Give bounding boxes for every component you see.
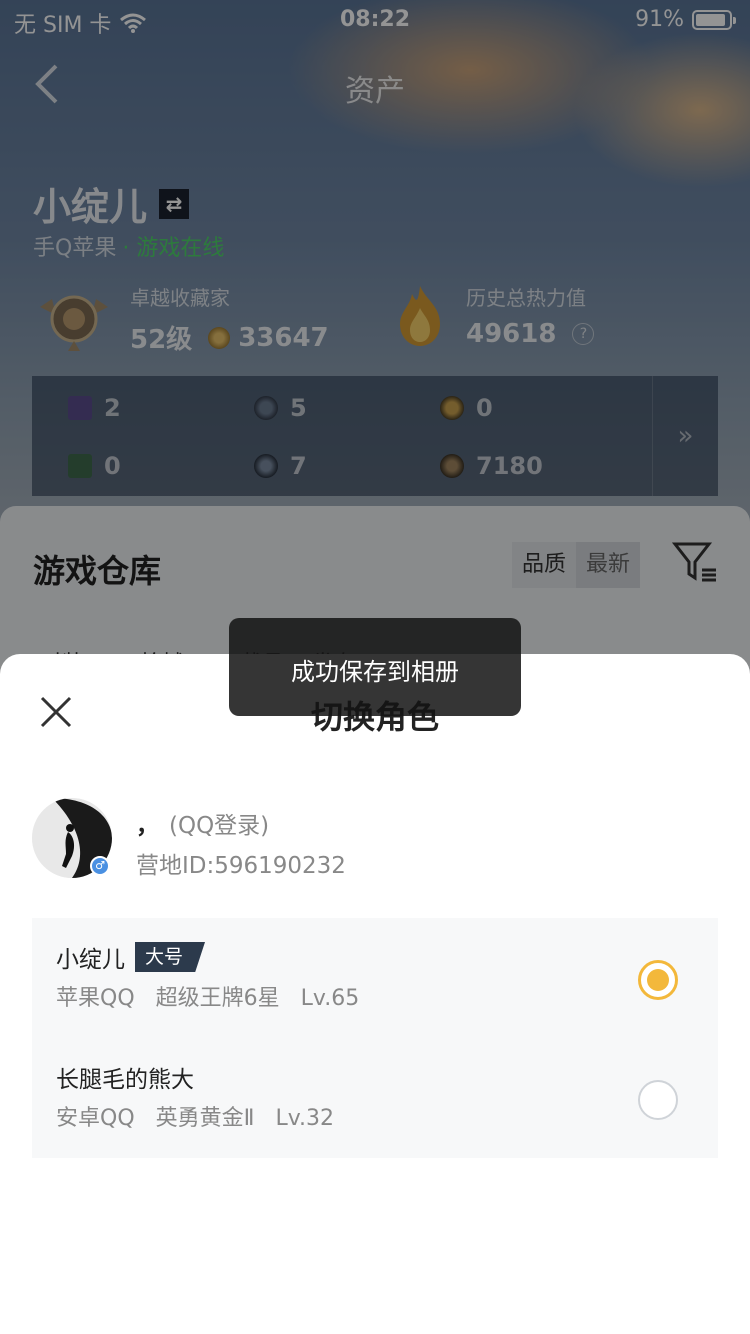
role-radio-unselected[interactable] [638, 1080, 678, 1120]
toast-message: 成功保存到相册 [229, 618, 521, 716]
role-detail: 苹果QQ 超级王牌6星 Lv.65 [56, 980, 373, 1012]
role-detail: 安卓QQ 英勇黄金Ⅱ Lv.32 [56, 1100, 348, 1132]
account-info: ♂ ， (QQ登录) 营地ID:596190232 [32, 798, 732, 880]
account-name: ， (QQ登录) [136, 806, 269, 840]
role-level: Lv.65 [300, 986, 360, 1011]
gender-male-icon: ♂ [90, 856, 110, 876]
main-account-badge: 大号 [135, 942, 206, 972]
role-name: 长腿毛的熊大 [56, 1067, 194, 1093]
role-name-row: 小绽儿 大号 [56, 940, 206, 974]
role-radio-selected[interactable] [638, 960, 678, 1000]
login-type: (QQ登录) [169, 813, 270, 839]
role-name: 小绽儿 [56, 947, 125, 973]
camp-id: 营地ID:596190232 [136, 853, 346, 879]
role-platform: 安卓QQ [56, 1106, 135, 1131]
role-level: Lv.32 [275, 1106, 335, 1131]
role-rank: 英勇黄金Ⅱ [155, 1106, 255, 1131]
role-platform: 苹果QQ [56, 986, 135, 1011]
role-name-row: 长腿毛的熊大 [56, 1060, 194, 1094]
role-item-main[interactable]: 小绽儿 大号 苹果QQ 超级王牌6星 Lv.65 [32, 918, 718, 1038]
role-rank: 超级王牌6星 [155, 986, 280, 1011]
role-list: 小绽儿 大号 苹果QQ 超级王牌6星 Lv.65 长腿毛的熊大 安卓QQ 英勇黄… [32, 918, 718, 1158]
switch-role-sheet: 切换角色 ♂ ， (QQ登录) 营地ID:596190232 小绽儿 大号 苹果Q… [0, 654, 750, 1334]
account-nickname: ， [136, 813, 159, 839]
role-item-alt[interactable]: 长腿毛的熊大 安卓QQ 英勇黄金Ⅱ Lv.32 [32, 1038, 718, 1158]
